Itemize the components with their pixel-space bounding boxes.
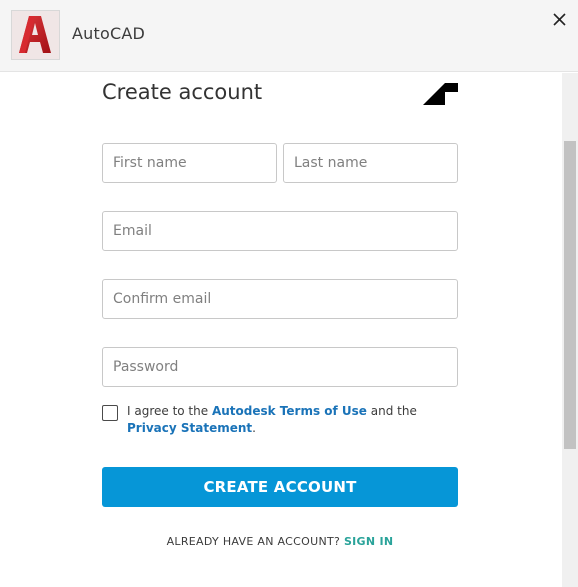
terms-prefix: I agree to the (127, 404, 212, 418)
create-account-button[interactable]: CREATE ACCOUNT (102, 467, 458, 507)
terms-checkbox[interactable] (102, 405, 118, 421)
sign-in-row: ALREADY HAVE AN ACCOUNT? SIGN IN (102, 535, 458, 548)
terms-middle: and the (366, 404, 417, 418)
close-icon (552, 12, 566, 26)
terms-label: I agree to the Autodesk Terms of Use and… (127, 403, 457, 437)
page-title: Create account (102, 80, 263, 104)
app-title: AutoCAD (72, 24, 145, 43)
autodesk-logo-icon (423, 83, 458, 105)
password-input[interactable] (102, 347, 458, 387)
terms-of-use-link[interactable]: Autodesk Terms of Use (212, 404, 367, 418)
terms-suffix: . (252, 421, 256, 435)
title-bar: AutoCAD (0, 0, 578, 72)
privacy-statement-link[interactable]: Privacy Statement (127, 421, 252, 435)
last-name-input[interactable] (283, 143, 458, 183)
first-name-input[interactable] (102, 143, 277, 183)
vertical-scrollbar[interactable] (562, 73, 578, 587)
confirm-email-input[interactable] (102, 279, 458, 319)
close-button[interactable] (548, 8, 570, 30)
sign-in-link[interactable]: SIGN IN (344, 535, 393, 548)
scrollbar-thumb[interactable] (564, 141, 576, 449)
create-account-window: AutoCAD Create account I agree to the Au… (0, 0, 578, 587)
signin-prompt: ALREADY HAVE AN ACCOUNT? (166, 535, 341, 548)
autocad-logo-icon (11, 10, 60, 60)
email-input[interactable] (102, 211, 458, 251)
